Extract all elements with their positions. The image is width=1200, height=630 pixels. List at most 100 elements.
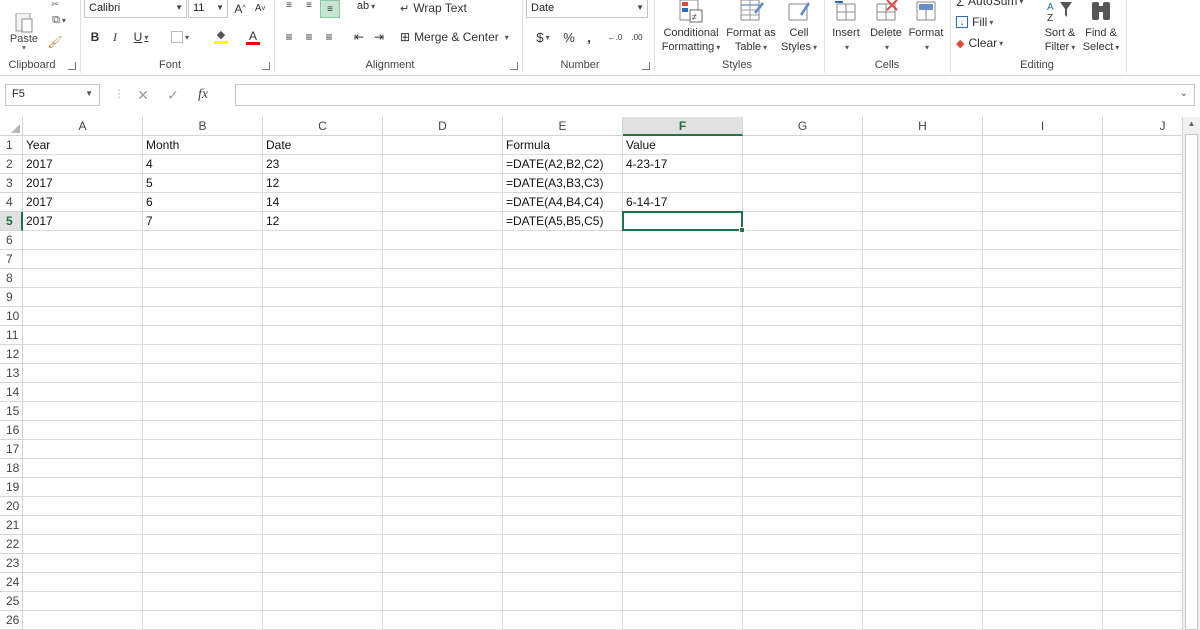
cell-h21[interactable] xyxy=(863,516,983,535)
cell-c2[interactable]: 23 xyxy=(263,155,383,174)
row-header-17[interactable]: 17 xyxy=(0,440,23,459)
cell-i11[interactable] xyxy=(983,326,1103,345)
cell-j26[interactable] xyxy=(1103,611,1182,630)
cell-d18[interactable] xyxy=(383,459,503,478)
cell-f23[interactable] xyxy=(623,554,743,573)
cell-e14[interactable] xyxy=(503,383,623,402)
cell-f2[interactable]: 4-23-17 xyxy=(623,155,743,174)
cell-g20[interactable] xyxy=(743,497,863,516)
cell-d19[interactable] xyxy=(383,478,503,497)
alignment-launcher-icon[interactable] xyxy=(510,62,518,70)
cell-f10[interactable] xyxy=(623,307,743,326)
find-select-button[interactable]: Find & Select ▾ xyxy=(1080,0,1122,55)
cell-a6[interactable] xyxy=(23,231,143,250)
row-header-1[interactable]: 1 xyxy=(0,136,23,155)
cell-b12[interactable] xyxy=(143,345,263,364)
cell-b10[interactable] xyxy=(143,307,263,326)
cell-i16[interactable] xyxy=(983,421,1103,440)
cell-c7[interactable] xyxy=(263,250,383,269)
copy-icon[interactable]: ⧉ ▾ xyxy=(45,12,73,28)
cell-b26[interactable] xyxy=(143,611,263,630)
cell-i18[interactable] xyxy=(983,459,1103,478)
cell-a13[interactable] xyxy=(23,364,143,383)
clipboard-launcher-icon[interactable] xyxy=(68,62,76,70)
cell-c9[interactable] xyxy=(263,288,383,307)
cell-g16[interactable] xyxy=(743,421,863,440)
column-header-f[interactable]: F xyxy=(623,117,743,136)
cell-h17[interactable] xyxy=(863,440,983,459)
cell-h2[interactable] xyxy=(863,155,983,174)
cell-e2[interactable]: =DATE(A2,B2,C2) xyxy=(503,155,623,174)
cell-d9[interactable] xyxy=(383,288,503,307)
cell-i19[interactable] xyxy=(983,478,1103,497)
grow-font-button[interactable]: A ^ xyxy=(232,0,248,17)
cell-d12[interactable] xyxy=(383,345,503,364)
font-color-button[interactable]: A xyxy=(238,28,268,46)
cell-i24[interactable] xyxy=(983,573,1103,592)
cell-j6[interactable] xyxy=(1103,231,1182,250)
row-header-20[interactable]: 20 xyxy=(0,497,23,516)
cell-j2[interactable] xyxy=(1103,155,1182,174)
cell-b18[interactable] xyxy=(143,459,263,478)
cell-b1[interactable]: Month xyxy=(143,136,263,155)
cell-b11[interactable] xyxy=(143,326,263,345)
cell-f17[interactable] xyxy=(623,440,743,459)
row-header-22[interactable]: 22 xyxy=(0,535,23,554)
cell-a12[interactable] xyxy=(23,345,143,364)
cell-a20[interactable] xyxy=(23,497,143,516)
align-center-icon[interactable]: ≡ xyxy=(300,28,318,46)
cell-d6[interactable] xyxy=(383,231,503,250)
delete-cells-button[interactable]: Delete ▾ xyxy=(866,0,906,55)
cell-i22[interactable] xyxy=(983,535,1103,554)
cell-c20[interactable] xyxy=(263,497,383,516)
cell-d15[interactable] xyxy=(383,402,503,421)
cell-c12[interactable] xyxy=(263,345,383,364)
cell-a24[interactable] xyxy=(23,573,143,592)
cell-a2[interactable]: 2017 xyxy=(23,155,143,174)
cell-g1[interactable] xyxy=(743,136,863,155)
cell-b17[interactable] xyxy=(143,440,263,459)
align-top-icon[interactable]: ≡ xyxy=(280,0,298,11)
cell-c24[interactable] xyxy=(263,573,383,592)
cell-c11[interactable] xyxy=(263,326,383,345)
cell-c4[interactable]: 14 xyxy=(263,193,383,212)
cell-c22[interactable] xyxy=(263,535,383,554)
cut-icon[interactable]: ✂ xyxy=(46,0,64,9)
cell-i10[interactable] xyxy=(983,307,1103,326)
cell-g21[interactable] xyxy=(743,516,863,535)
cell-f22[interactable] xyxy=(623,535,743,554)
cell-b3[interactable]: 5 xyxy=(143,174,263,193)
vertical-scrollbar[interactable]: ▲ xyxy=(1182,117,1200,630)
cell-e12[interactable] xyxy=(503,345,623,364)
cell-a7[interactable] xyxy=(23,250,143,269)
cell-g26[interactable] xyxy=(743,611,863,630)
cell-f26[interactable] xyxy=(623,611,743,630)
cell-c1[interactable]: Date xyxy=(263,136,383,155)
row-header-8[interactable]: 8 xyxy=(0,269,23,288)
cell-e13[interactable] xyxy=(503,364,623,383)
bold-button[interactable]: B xyxy=(86,28,104,46)
cell-a9[interactable] xyxy=(23,288,143,307)
cell-b24[interactable] xyxy=(143,573,263,592)
cell-i8[interactable] xyxy=(983,269,1103,288)
borders-button[interactable]: ▾ xyxy=(166,28,194,46)
row-header-18[interactable]: 18 xyxy=(0,459,23,478)
row-header-23[interactable]: 23 xyxy=(0,554,23,573)
cell-c15[interactable] xyxy=(263,402,383,421)
shrink-font-button[interactable]: Av xyxy=(252,0,268,17)
cell-g19[interactable] xyxy=(743,478,863,497)
cell-g6[interactable] xyxy=(743,231,863,250)
cell-i1[interactable] xyxy=(983,136,1103,155)
cell-a21[interactable] xyxy=(23,516,143,535)
cell-j8[interactable] xyxy=(1103,269,1182,288)
cell-d17[interactable] xyxy=(383,440,503,459)
row-header-19[interactable]: 19 xyxy=(0,478,23,497)
cell-i25[interactable] xyxy=(983,592,1103,611)
cell-i23[interactable] xyxy=(983,554,1103,573)
row-header-6[interactable]: 6 xyxy=(0,231,23,250)
cell-e15[interactable] xyxy=(503,402,623,421)
cell-styles-button[interactable]: Cell Styles ▾ xyxy=(778,0,820,55)
insert-cells-button[interactable]: Insert ▾ xyxy=(828,0,864,55)
cell-e22[interactable] xyxy=(503,535,623,554)
cell-h12[interactable] xyxy=(863,345,983,364)
